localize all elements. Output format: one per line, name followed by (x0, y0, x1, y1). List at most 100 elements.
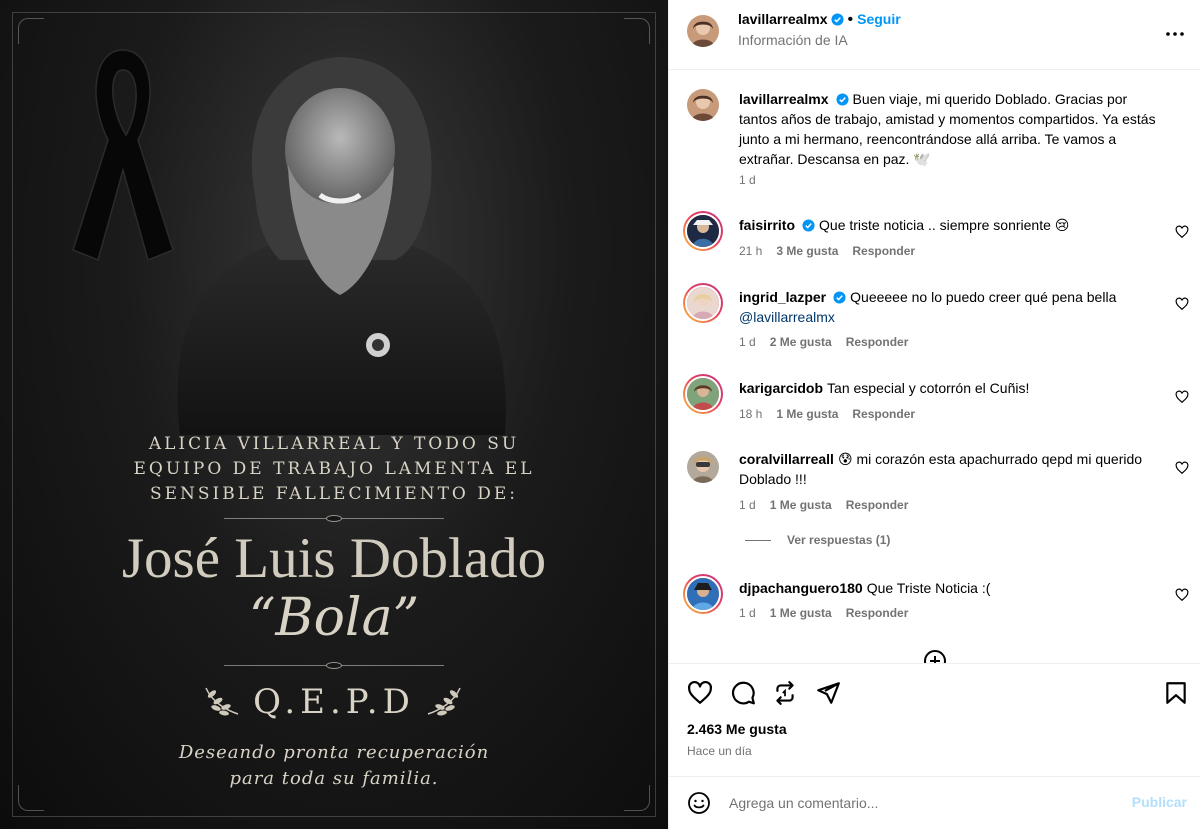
save-bookmark-icon[interactable] (1163, 680, 1189, 706)
view-replies-button[interactable]: Ver respuestas (1) (745, 533, 890, 547)
commenter-avatar[interactable] (687, 451, 719, 483)
separator-dot: • (847, 11, 854, 28)
comment-time[interactable]: 21 h (739, 244, 762, 258)
repost-icon[interactable] (772, 680, 798, 706)
like-comment-heart-icon[interactable] (1175, 588, 1189, 602)
commenter-avatar[interactable] (683, 574, 723, 614)
comment-text: coralvillarreall 😰 mi corazón esta apachu… (739, 449, 1159, 489)
comment-likes[interactable]: 3 Me gusta (776, 244, 838, 258)
comment-body: Que Triste Noticia :( (866, 580, 991, 596)
comment-likes[interactable]: 1 Me gusta (770, 606, 832, 620)
likes-count[interactable]: 2.463 Me gusta (687, 721, 787, 737)
share-send-icon[interactable] (815, 680, 841, 706)
comment-text: djpachanguero180 Que Triste Noticia :( (739, 578, 1159, 598)
author-avatar[interactable] (687, 89, 719, 121)
comment-likes[interactable]: 1 Me gusta (776, 407, 838, 421)
commenter-avatar[interactable] (683, 211, 723, 251)
publish-button[interactable]: Publicar (1132, 794, 1187, 810)
comment-time[interactable]: 18 h (739, 407, 762, 421)
like-comment-heart-icon[interactable] (1175, 461, 1189, 475)
post-caption: lavillarrealmx Buen viaje, mi querido Dob… (669, 87, 1200, 197)
deceased-nickname: “Bola” (248, 588, 420, 648)
reply-button[interactable]: Responder (846, 606, 909, 620)
comment-body: Que triste noticia .. siempre sonriente … (819, 217, 1070, 233)
comment-likes[interactable]: 2 Me gusta (770, 335, 832, 349)
caption-line-2: EQUIPO DE TRABAJO LAMENTA EL (133, 459, 535, 479)
comment-item: karigarcidob Tan especial y cotorrón el C… (669, 374, 1200, 434)
post-image[interactable]: ALICIA VILLARREAL Y TODO SU EQUIPO DE TR… (0, 0, 668, 829)
frame-corner (624, 785, 650, 811)
comment-input[interactable] (729, 791, 1109, 815)
reply-button[interactable]: Responder (852, 244, 915, 258)
more-options-icon[interactable] (1163, 22, 1187, 46)
laurel-icon (427, 687, 461, 716)
wish-line-1: Deseando pronta recuperación (178, 742, 490, 763)
caption-line-3: SENSIBLE FALLECIMIENTO DE: (149, 484, 519, 504)
comment-meta: 1 d 1 Me gusta Responder (739, 606, 922, 620)
frame-corner (18, 18, 44, 44)
like-heart-icon[interactable] (687, 680, 713, 706)
ai-info-link[interactable]: Información de IA (738, 32, 848, 48)
like-comment-heart-icon[interactable] (1175, 297, 1189, 311)
comment-item: djpachanguero180 Que Triste Noticia :( 1 … (669, 574, 1200, 634)
caption-username[interactable]: lavillarrealmx (739, 91, 829, 107)
comment-username[interactable]: djpachanguero180 (739, 580, 863, 596)
comment-likes[interactable]: 1 Me gusta (770, 498, 832, 512)
portrait-photo (177, 57, 506, 435)
comment-body: Tan especial y cotorrón el Cuñis! (827, 380, 1030, 396)
header-userline: lavillarrealmx • Seguir (738, 11, 901, 29)
view-replies-label: Ver respuestas (1) (787, 533, 891, 547)
frame-corner (624, 18, 650, 44)
emoji-icon[interactable] (687, 791, 711, 815)
reply-button[interactable]: Responder (846, 335, 909, 349)
comment-bubble-icon[interactable] (730, 680, 756, 706)
ornament-dot (326, 515, 342, 522)
comment-time[interactable]: 1 d (739, 335, 756, 349)
comments-list[interactable]: lavillarrealmx Buen viaje, mi querido Dob… (669, 71, 1200, 663)
comment-composer: Publicar (669, 776, 1200, 829)
comment-text: faisirrito Que triste noticia .. siempre … (739, 215, 1159, 235)
verified-badge-icon (833, 291, 846, 304)
comment-time[interactable]: 1 d (739, 498, 756, 512)
comment-username[interactable]: ingrid_lazper (739, 289, 826, 305)
like-comment-heart-icon[interactable] (1175, 225, 1189, 239)
comment-body: Queeeee no lo puedo creer qué pena bella (850, 289, 1117, 305)
verified-badge-icon (802, 219, 815, 232)
reply-button[interactable]: Responder (852, 407, 915, 421)
memorial-caption: ALICIA VILLARREAL Y TODO SU EQUIPO DE TR… (60, 432, 608, 507)
post-time[interactable]: Hace un día (687, 744, 752, 758)
commenter-avatar[interactable] (683, 283, 723, 323)
comment-meta: 1 d 2 Me gusta Responder (739, 335, 922, 349)
author-username[interactable]: lavillarrealmx (738, 11, 828, 27)
mention-link[interactable]: @lavillarrealmx (739, 309, 835, 325)
comment-username[interactable]: karigarcidob (739, 380, 823, 396)
post-actions: 2.463 Me gusta Hace un día (669, 663, 1200, 776)
comment-item: ingrid_lazper Queeeee no lo puedo creer q… (669, 283, 1200, 363)
reply-button[interactable]: Responder (846, 498, 909, 512)
replies-line (745, 540, 771, 542)
wish-line-2: para toda su familia. (229, 768, 439, 789)
commenter-avatar[interactable] (683, 374, 723, 414)
comment-username[interactable]: faisirrito (739, 217, 795, 233)
verified-badge-icon (835, 93, 849, 106)
caption-text: lavillarrealmx Buen viaje, mi querido Dob… (739, 89, 1159, 169)
comment-meta: 1 d 1 Me gusta Responder (739, 498, 922, 512)
qepd-text: Q.E.P.D (253, 682, 415, 722)
comment-meta: 18 h 1 Me gusta Responder (739, 407, 929, 421)
comment-meta: 21 h 3 Me gusta Responder (739, 244, 929, 258)
caption-meta: 1 d (739, 173, 770, 187)
comment-text: ingrid_lazper Queeeee no lo puedo creer q… (739, 287, 1159, 327)
post-header: lavillarrealmx • Seguir Información de IA (669, 0, 1200, 70)
comments-panel: lavillarrealmx • Seguir Información de IA … (668, 0, 1200, 829)
like-comment-heart-icon[interactable] (1175, 390, 1189, 404)
comment-text: karigarcidob Tan especial y cotorrón el C… (739, 378, 1159, 398)
comment-time[interactable]: 1 d (739, 606, 756, 620)
comment-item: coralvillarreall 😰 mi corazón esta apachu… (669, 447, 1200, 527)
load-more-comments-icon[interactable] (923, 649, 947, 663)
caption-time[interactable]: 1 d (739, 173, 756, 187)
comment-username[interactable]: coralvillarreall (739, 451, 834, 467)
comment-item: faisirrito Que triste noticia .. siempre … (669, 211, 1200, 271)
author-avatar[interactable] (687, 15, 719, 47)
verified-badge-icon (830, 13, 844, 26)
follow-button[interactable]: Seguir (857, 11, 901, 27)
